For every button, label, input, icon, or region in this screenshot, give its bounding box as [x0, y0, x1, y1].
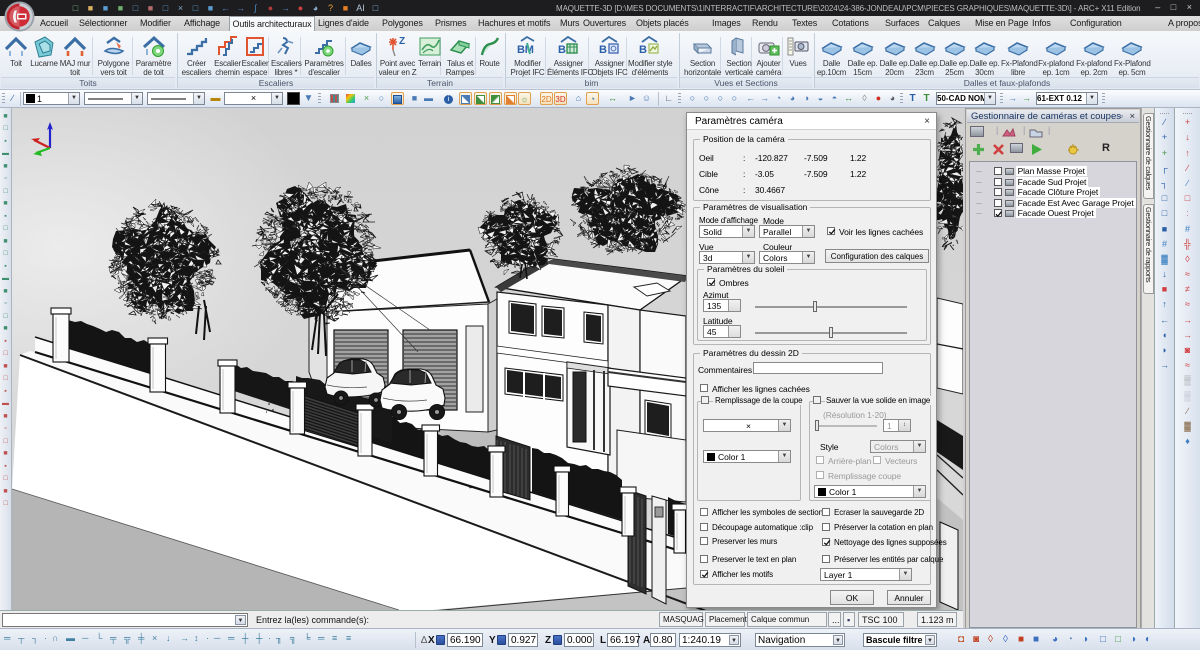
svg-text:B: B: [639, 44, 647, 56]
svg-text:Z: Z: [399, 36, 405, 47]
svg-text:BM: BM: [517, 44, 534, 56]
svg-text:B: B: [599, 44, 607, 56]
svg-text:B: B: [558, 44, 566, 56]
